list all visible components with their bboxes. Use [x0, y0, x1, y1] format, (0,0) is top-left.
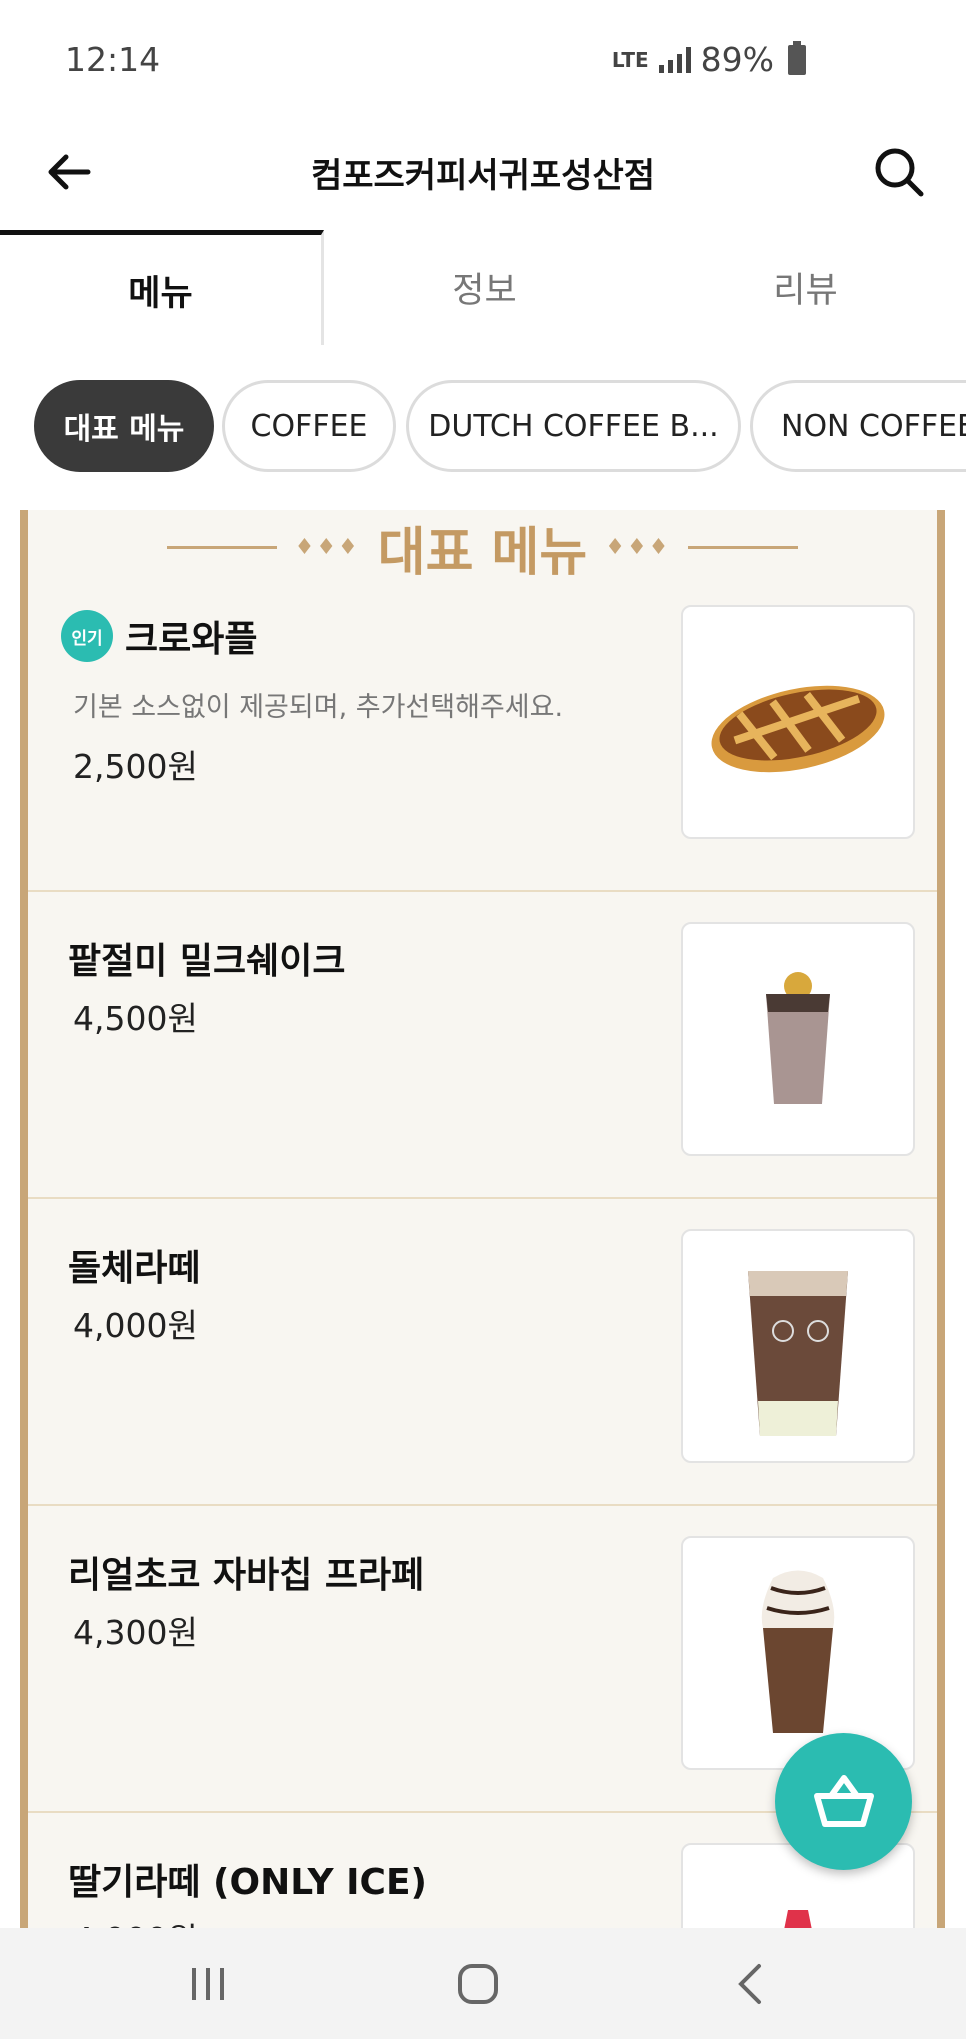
home-icon: [458, 1964, 498, 2004]
milkshake-icon: [766, 972, 830, 1104]
chip-dutch-coffee[interactable]: DUTCH COFFEE B...: [406, 380, 741, 472]
chevron-left-icon: [738, 1964, 761, 2004]
menu-item-price: 4,000원: [73, 1306, 198, 1345]
tab-menu[interactable]: 메뉴: [0, 230, 324, 345]
basket-icon: [813, 1774, 874, 1827]
home-button[interactable]: [448, 1956, 508, 2012]
menu-item-title: 딸기라떼 (ONLY ICE): [68, 1862, 427, 1903]
menu-item-title: 팥절미 밀크쉐이크: [68, 941, 346, 982]
chip-signature-menu[interactable]: 대표 메뉴: [34, 380, 214, 472]
menu-panel: ♦♦♦ 대표 메뉴 ♦♦♦ 인기 크로와플 기본 소스없이 제공되며, 추가선택…: [20, 510, 945, 1928]
chip-coffee[interactable]: COFFEE: [222, 380, 396, 472]
croffle-icon: [711, 685, 885, 773]
cart-button[interactable]: [775, 1733, 912, 1870]
menu-item-price: 2,500원: [73, 747, 198, 786]
menu-item-name: 인기 크로와플: [61, 610, 257, 662]
chip-non-coffee[interactable]: NON COFFEE: [750, 380, 966, 472]
menu-item-title: 크로와플: [125, 619, 258, 660]
divider: [166, 546, 277, 549]
divider: [688, 546, 799, 549]
battery-percent: 89%: [700, 40, 774, 79]
recent-apps-button[interactable]: [178, 1956, 238, 2012]
tab-info[interactable]: 정보: [324, 230, 645, 345]
app-header: 컴포즈커피서귀포성산점: [0, 120, 966, 230]
ornament: ♦♦♦: [294, 535, 360, 560]
popular-badge: 인기: [61, 610, 113, 662]
search-button[interactable]: [867, 140, 931, 204]
iced-latte-icon: [748, 1271, 848, 1436]
menu-item-description: 기본 소스없이 제공되며, 추가선택해주세요.: [73, 692, 564, 723]
tab-reviews[interactable]: 리뷰: [645, 230, 966, 345]
menu-item-title: 리얼초코 자바칩 프라페: [68, 1555, 425, 1596]
menu-item-croffle[interactable]: 인기 크로와플 기본 소스없이 제공되며, 추가선택해주세요. 2,500원: [28, 585, 937, 892]
menu-item-image[interactable]: [681, 1536, 915, 1770]
strawberry-latte-icon: [784, 1910, 812, 1928]
lte-icon: LTE: [611, 47, 649, 72]
menu-item-image[interactable]: [681, 605, 915, 839]
menu-item-image[interactable]: [681, 1229, 915, 1463]
tab-bar: 메뉴 정보 리뷰: [0, 230, 966, 348]
status-bar: 12:14 LTE 89%: [0, 0, 966, 120]
system-back-button[interactable]: [720, 1956, 780, 2012]
signal-icon: [658, 46, 691, 73]
recent-apps-icon: [192, 1968, 224, 2000]
menu-item-price: 4,500원: [73, 999, 198, 1038]
battery-icon: [788, 40, 806, 75]
menu-item-price: 4,000원: [73, 1913, 198, 1928]
system-nav-bar: [0, 1928, 966, 2039]
menu-item-milkshake[interactable]: 팥절미 밀크쉐이크 4,500원: [28, 892, 937, 1199]
menu-item-image[interactable]: [681, 922, 915, 1156]
category-chips: 대표 메뉴 COFFEE DUTCH COFFEE B... NON COFFE…: [0, 345, 966, 510]
page-title: 컴포즈커피서귀포성산점: [310, 156, 656, 196]
section-header: ♦♦♦ 대표 메뉴 ♦♦♦: [28, 510, 937, 585]
frappe-icon: [761, 1570, 835, 1733]
menu-item-price: 4,300원: [73, 1613, 198, 1652]
search-icon: [875, 148, 924, 197]
menu-item-dolce-latte[interactable]: 돌체라떼 4,000원: [28, 1199, 937, 1506]
status-time: 12:14: [65, 40, 161, 79]
ornament: ♦♦♦: [605, 535, 671, 560]
section-title: 대표 메뉴: [377, 523, 588, 583]
status-icons: LTE 89%: [612, 40, 806, 79]
menu-item-title: 돌체라떼: [68, 1248, 201, 1289]
